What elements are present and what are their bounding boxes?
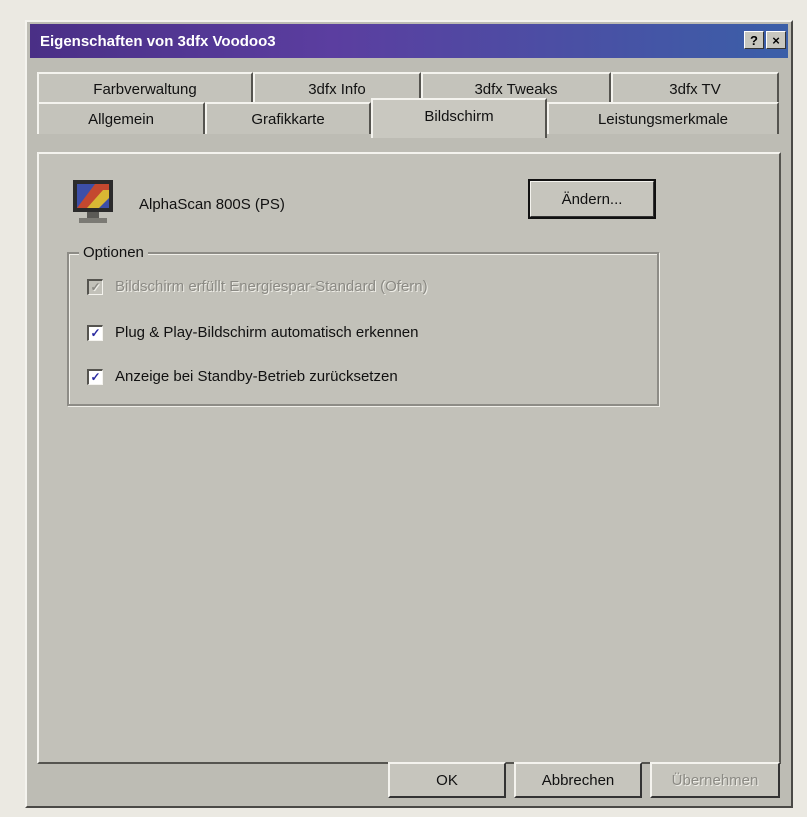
cancel-button[interactable]: Abbrechen (514, 762, 642, 798)
options-legend: Optionen (79, 244, 148, 261)
option-energy-standard: ✓ Bildschirm erfüllt Energiespar-Standar… (87, 278, 428, 295)
option-energy-standard-label: Bildschirm erfüllt Energiespar-Standard … (115, 278, 428, 295)
help-button[interactable]: ? (744, 31, 764, 49)
change-monitor-button[interactable]: Ändern... (528, 179, 656, 219)
options-groupbox: Optionen ✓ Bildschirm erfüllt Energiespa… (67, 244, 659, 406)
ok-button[interactable]: OK (388, 762, 506, 798)
checkbox-standby-reset[interactable]: ✓ (87, 368, 103, 385)
option-plug-and-play[interactable]: ✓ Plug & Play-Bildschirm automatisch erk… (87, 324, 418, 341)
monitor-name: AlphaScan 800S (PS) (139, 196, 285, 213)
tab-3dfx-tv[interactable]: 3dfx TV (611, 72, 779, 104)
option-plug-and-play-label[interactable]: Plug & Play-Bildschirm automatisch erken… (115, 324, 418, 341)
title-bar[interactable]: Eigenschaften von 3dfx Voodoo3 ? × (30, 24, 788, 58)
tab-bildschirm[interactable]: Bildschirm (371, 98, 547, 138)
properties-dialog: Eigenschaften von 3dfx Voodoo3 ? × Farbv… (25, 20, 793, 808)
apply-button[interactable]: Übernehmen (650, 762, 780, 798)
monitor-icon (73, 180, 113, 223)
tab-leistungsmerkmale[interactable]: Leistungsmerkmale (547, 102, 779, 134)
tab-panel-bildschirm: AlphaScan 800S (PS) Ändern... Optionen ✓… (37, 152, 781, 764)
close-button[interactable]: × (766, 31, 786, 49)
option-standby-reset-label[interactable]: Anzeige bei Standby-Betrieb zurücksetzen (115, 368, 398, 385)
option-standby-reset[interactable]: ✓ Anzeige bei Standby-Betrieb zurücksetz… (87, 368, 398, 385)
checkbox-plug-and-play[interactable]: ✓ (87, 324, 103, 341)
tab-farbverwaltung[interactable]: Farbverwaltung (37, 72, 253, 104)
tab-grafikkarte[interactable]: Grafikkarte (205, 102, 371, 134)
checkbox-energy-standard: ✓ (87, 278, 103, 295)
tab-allgemein[interactable]: Allgemein (37, 102, 205, 134)
window-title: Eigenschaften von 3dfx Voodoo3 (40, 32, 276, 50)
